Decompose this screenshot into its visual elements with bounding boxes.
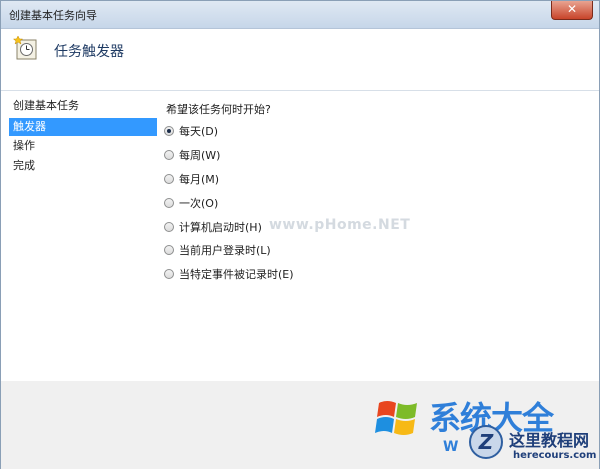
step-action[interactable]: 操作: [9, 137, 157, 155]
window-title: 创建基本任务向导: [9, 9, 97, 22]
watermark: www.pHome.NET: [269, 217, 411, 233]
step-label: 触发器: [13, 120, 46, 133]
title-bar[interactable]: 创建基本任务向导 ✕: [1, 1, 599, 29]
brand-url: herecours.com: [513, 450, 597, 461]
radio-button[interactable]: [164, 150, 174, 160]
radio-label: 当前用户登录时(L): [179, 244, 271, 257]
trigger-panel: 希望该任务何时开始? 每天(D) 每周(W) 每月(M) 一次(O) 计算机启动…: [159, 91, 599, 381]
close-button[interactable]: ✕: [551, 1, 593, 20]
radio-button[interactable]: [164, 126, 174, 136]
page-heading: 任务触发器: [54, 44, 124, 60]
wizard-header: 任务触发器: [1, 29, 599, 89]
radio-button[interactable]: [164, 245, 174, 255]
task-clock-icon: [13, 35, 37, 60]
radio-button[interactable]: [164, 174, 174, 184]
step-label: 完成: [13, 159, 35, 172]
radio-label: 每周(W): [179, 149, 221, 162]
step-finish[interactable]: 完成: [9, 157, 157, 175]
step-label: 创建基本任务: [13, 99, 79, 112]
brand-logo-herecours: Z 这里教程网 herecours.com: [461, 421, 600, 469]
close-icon: ✕: [566, 2, 578, 16]
brand-subtext: W: [443, 439, 459, 455]
radio-label: 每月(M): [179, 173, 220, 186]
step-create-basic-task[interactable]: 创建基本任务: [9, 97, 157, 115]
radio-label: 每天(D): [179, 125, 219, 138]
windows-flag-icon: [375, 401, 417, 435]
z-logo-icon: Z: [469, 425, 503, 459]
radio-button[interactable]: [164, 198, 174, 208]
radio-label: 当特定事件被记录时(E): [179, 268, 294, 281]
brand-name: 这里教程网: [509, 431, 590, 450]
radio-label: 计算机启动时(H): [179, 221, 262, 234]
radio-label: 一次(O): [179, 197, 219, 210]
trigger-question: 希望该任务何时开始?: [166, 103, 271, 116]
step-label: 操作: [13, 139, 35, 152]
step-trigger[interactable]: 触发器: [9, 118, 157, 136]
wizard-window: 创建基本任务向导 ✕ 任务触发器 创建基本任务 触发器 操作 完成 希望该任务何…: [0, 0, 600, 469]
z-letter: Z: [478, 430, 494, 454]
radio-button[interactable]: [164, 222, 174, 232]
radio-button[interactable]: [164, 269, 174, 279]
